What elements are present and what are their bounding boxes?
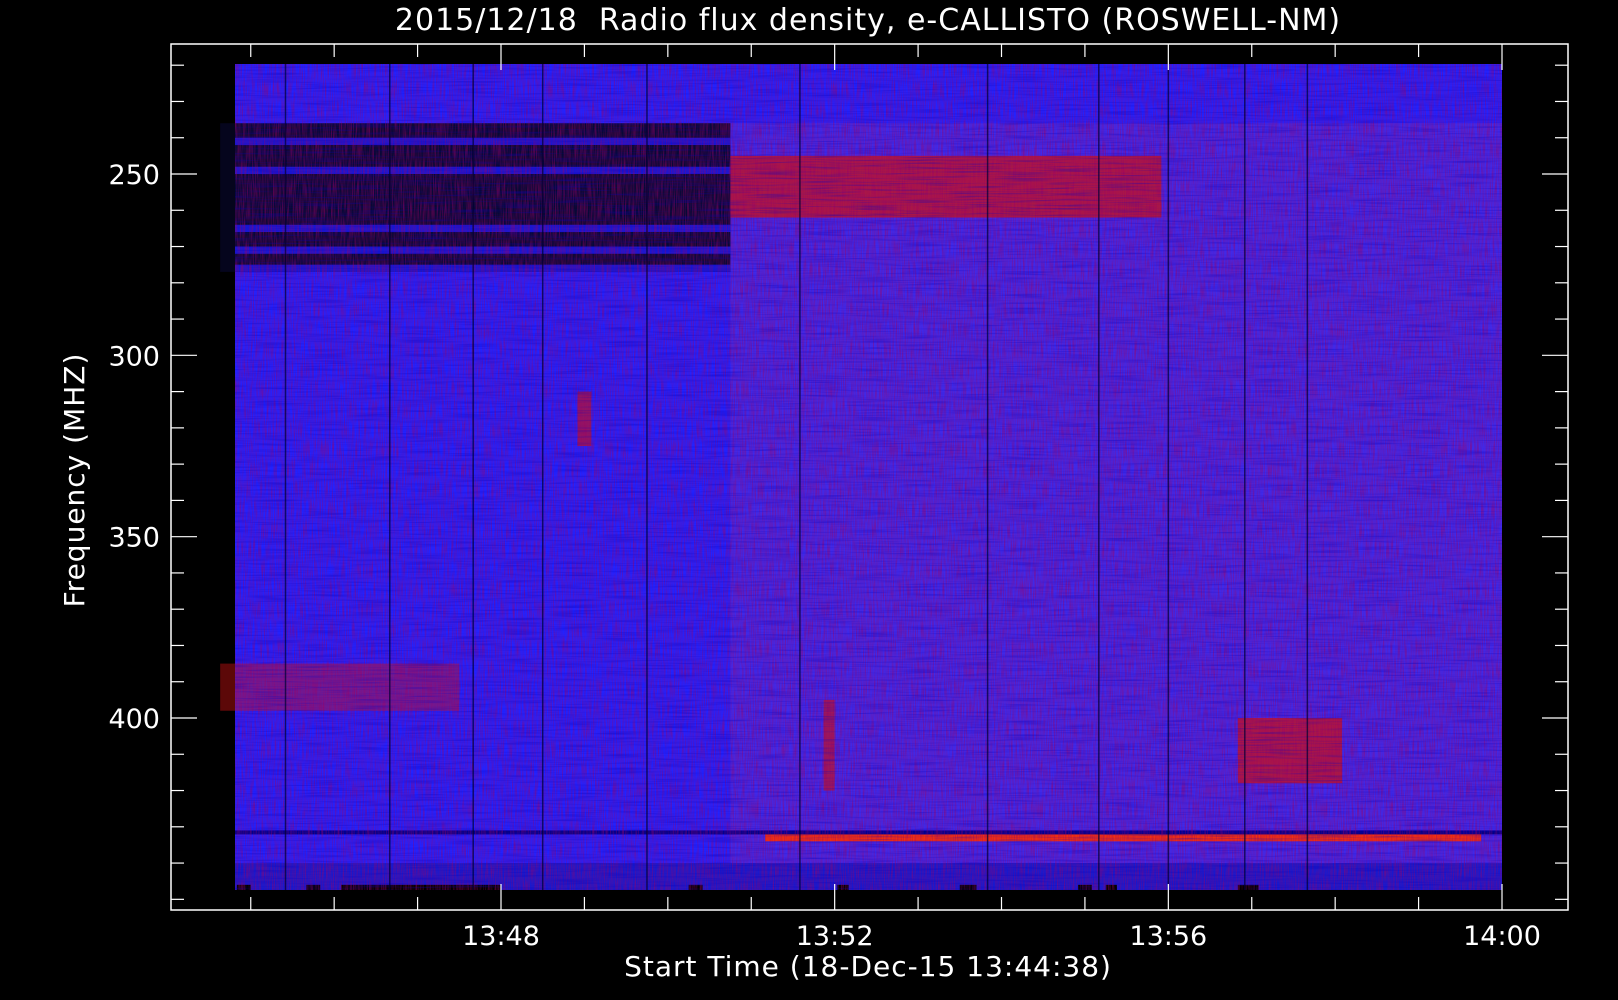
chart-title: 2015/12/18 Radio flux density, e-CALLIST… (395, 3, 1341, 38)
heatmap-texture-horizontal (235, 64, 1502, 890)
heatmap-area (220, 64, 1502, 903)
y-axis-label: Frequency (MHZ) (58, 353, 91, 608)
x-tick-label: 14:00 (1463, 921, 1541, 952)
y-tick-label: 250 (108, 160, 160, 191)
y-tick-label: 350 (108, 523, 160, 554)
spectrogram-chart: 2015/12/18 Radio flux density, e-CALLIST… (0, 0, 1618, 1000)
x-axis-label: Start Time (18-Dec-15 13:44:38) (624, 950, 1112, 983)
x-tick-label: 13:48 (462, 921, 540, 952)
y-tick-label: 400 (108, 704, 160, 735)
y-tick-label: 300 (108, 341, 160, 372)
x-tick-label: 13:52 (796, 921, 874, 952)
x-tick-label: 13:56 (1129, 921, 1207, 952)
